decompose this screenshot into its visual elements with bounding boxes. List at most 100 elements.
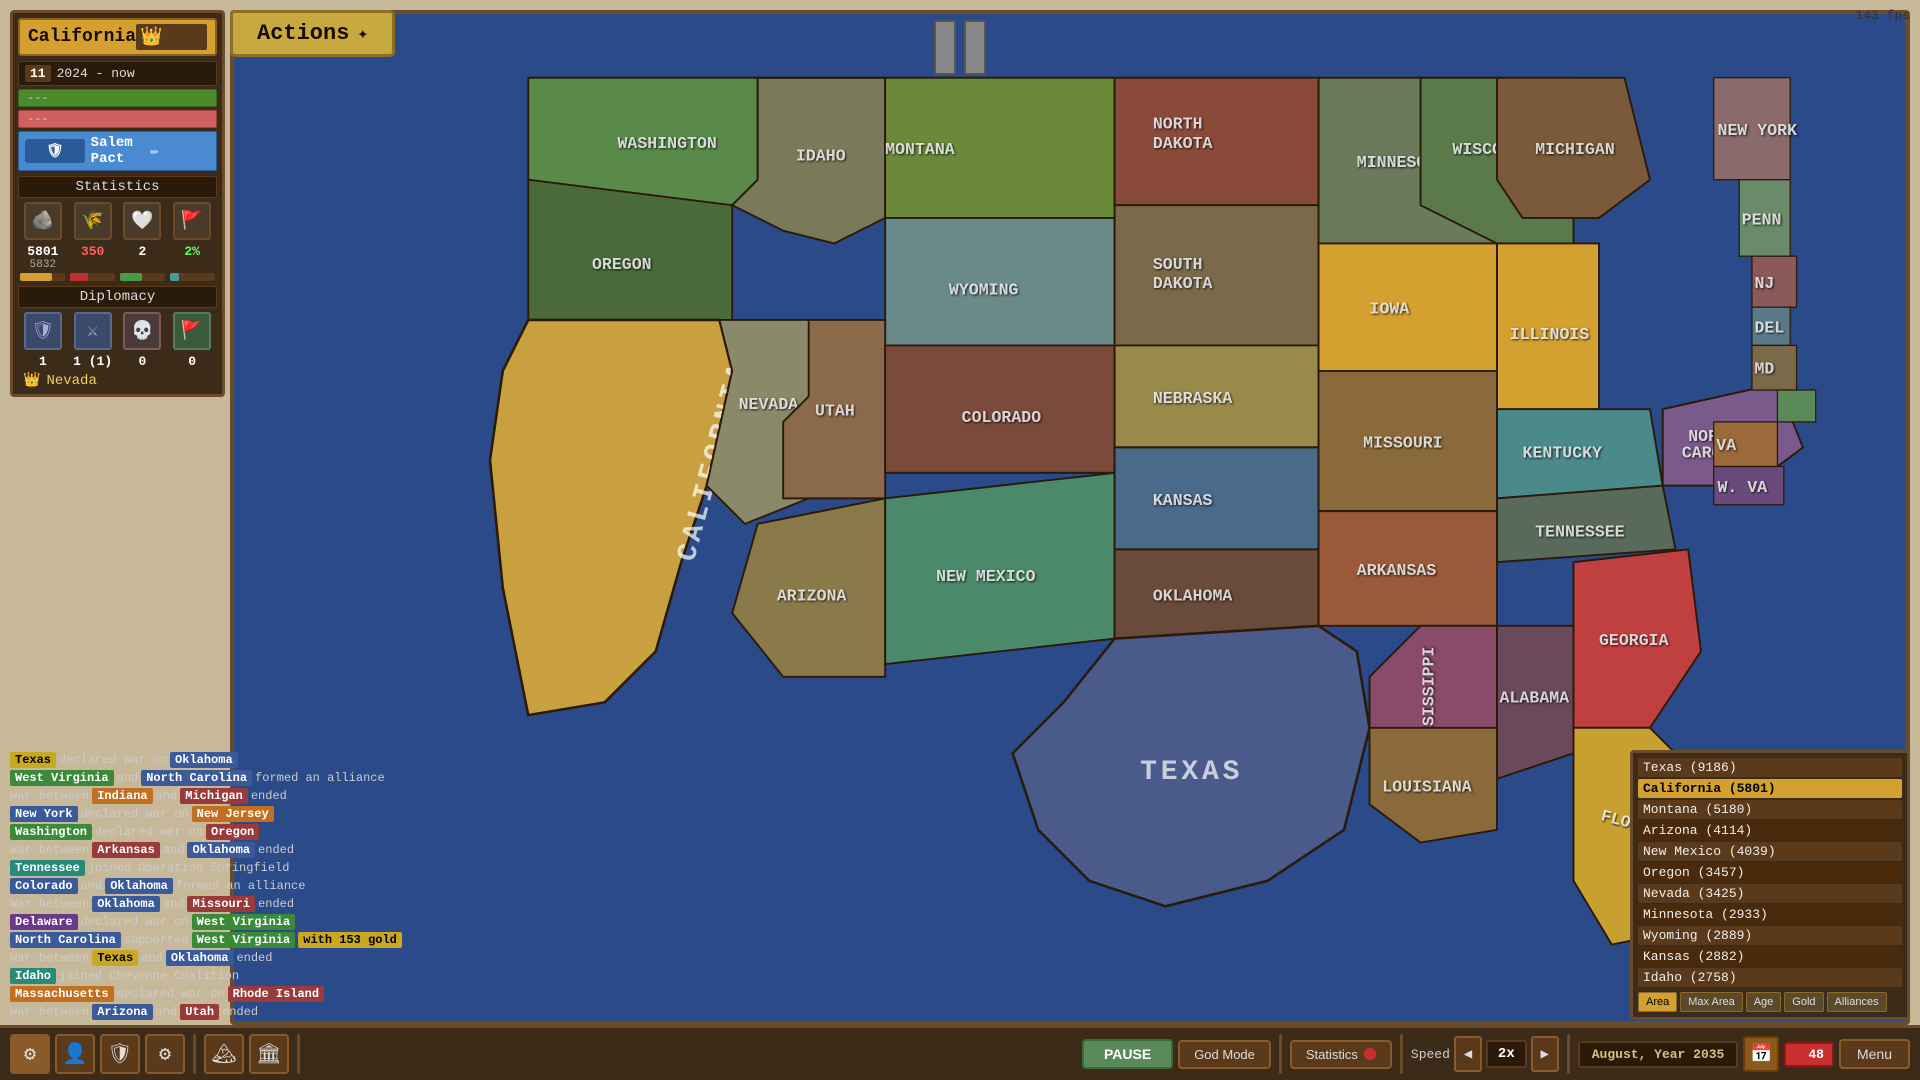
diplo-icon-flag[interactable]: 🚩 <box>173 312 211 350</box>
diplo-num-3: 0 <box>120 354 165 369</box>
enemy-label-row: 👑 Nevada <box>18 372 217 389</box>
menu-button[interactable]: Menu <box>1839 1039 1910 1069</box>
stat-val-1: 5801 <box>27 244 58 259</box>
bottom-icon-mountain[interactable]: 🏔 <box>204 1034 244 1074</box>
event-text: formed an alliance <box>176 879 306 893</box>
bottom-icon-settings[interactable]: ⚙ <box>10 1034 50 1074</box>
event-text: War between <box>10 789 89 803</box>
event-text: ended <box>251 789 287 803</box>
speed-decrease-button[interactable]: ◀ <box>1454 1036 1482 1072</box>
mini-bar-4 <box>170 273 215 281</box>
selected-state-title[interactable]: California 👑 <box>18 18 217 56</box>
mini-bar-3 <box>120 273 165 281</box>
speed-increase-button[interactable]: ▶ <box>1531 1036 1559 1072</box>
enemy-crown-icon: 👑 <box>23 372 40 389</box>
event-tag: Oklahoma <box>92 896 160 912</box>
event-tag: Texas <box>10 752 56 768</box>
event-text: declared war on <box>117 987 225 1001</box>
event-tag: Utah <box>180 1004 219 1020</box>
event-line: Washingtondeclared war onOregon <box>10 824 510 840</box>
statistics-label: Statistics <box>1306 1047 1358 1062</box>
stat-icons-row: 🪨 🌾 🤍 🚩 <box>18 202 217 240</box>
actions-button[interactable]: Actions ✦ <box>230 10 395 57</box>
event-line: Idahojoined Cheyenne Coalition <box>10 968 510 984</box>
rank-btn-area[interactable]: Area <box>1638 992 1677 1012</box>
bottom-separator-4 <box>1400 1034 1403 1074</box>
event-tag: Oklahoma <box>170 752 238 768</box>
rank-btn-max-area[interactable]: Max Area <box>1680 992 1742 1012</box>
bottom-separator-3 <box>1279 1034 1282 1074</box>
event-text: declared war on <box>81 807 189 821</box>
pause-bar-left <box>934 20 956 75</box>
rank-btn-age[interactable]: Age <box>1746 992 1782 1012</box>
svg-text:TEXAS: TEXAS <box>1140 757 1243 788</box>
population-num: 11 <box>25 65 51 82</box>
event-line: War betweenArkansasandOklahomaended <box>10 842 510 858</box>
diplomacy-section-header: Diplomacy <box>18 286 217 308</box>
event-text: and <box>81 879 103 893</box>
population-row: 11 2024 - now <box>18 61 217 86</box>
crown-icon: 👑 <box>136 24 207 50</box>
diplo-num-1: 1 <box>20 354 65 369</box>
ranking-item[interactable]: Wyoming (2889) <box>1638 926 1902 945</box>
event-line: War betweenIndianaandMichiganended <box>10 788 510 804</box>
event-text: ended <box>236 951 272 965</box>
ranking-item[interactable]: Minnesota (2933) <box>1638 905 1902 924</box>
alliance-row[interactable]: 🛡 Salem Pact ✏ <box>18 131 217 171</box>
statistics-button[interactable]: Statistics <box>1290 1040 1392 1069</box>
bottom-icon-shield[interactable]: 🛡 <box>100 1034 140 1074</box>
event-tag: Michigan <box>180 788 248 804</box>
event-tag: Oklahoma <box>166 950 234 966</box>
event-text: War between <box>10 951 89 965</box>
ranking-item[interactable]: Idaho (2758) <box>1638 968 1902 987</box>
god-mode-button[interactable]: God Mode <box>1178 1040 1271 1069</box>
event-tag: Indiana <box>92 788 152 804</box>
event-tag: Washington <box>10 824 92 840</box>
ranking-item[interactable]: Texas (9186) <box>1638 758 1902 777</box>
fps-counter: 143 fps <box>1855 8 1910 23</box>
event-tag: Oregon <box>206 824 259 840</box>
notification-badge[interactable]: 48 <box>1784 1042 1834 1067</box>
ranking-item[interactable]: California (5801) <box>1638 779 1902 798</box>
bottom-icon-person[interactable]: 👤 <box>55 1034 95 1074</box>
ranking-item[interactable]: Nevada (3425) <box>1638 884 1902 903</box>
event-text: ended <box>258 897 294 911</box>
ranking-item[interactable]: Kansas (2882) <box>1638 947 1902 966</box>
event-text: and <box>163 897 185 911</box>
actions-star-icon: ✦ <box>357 23 368 45</box>
stat-val-2: 350 <box>81 244 104 259</box>
diplo-num-2: 1 (1) <box>70 354 115 369</box>
rank-btn-gold[interactable]: Gold <box>1784 992 1823 1012</box>
year-range: 2024 - now <box>57 66 135 81</box>
ranking-item[interactable]: Oregon (3457) <box>1638 863 1902 882</box>
rank-btn-alliances[interactable]: Alliances <box>1827 992 1887 1012</box>
event-tag: Tennessee <box>10 860 85 876</box>
calendar-icon[interactable]: 📅 <box>1743 1036 1779 1072</box>
diplo-icon-shield[interactable]: 🛡 <box>24 312 62 350</box>
diplo-icon-sword[interactable]: ⚔ <box>74 312 112 350</box>
event-text: War between <box>10 897 89 911</box>
ranking-item[interactable]: Arizona (4114) <box>1638 821 1902 840</box>
pause-bar-right <box>964 20 986 75</box>
event-text: and <box>117 771 139 785</box>
edit-icon[interactable]: ✏ <box>150 143 210 160</box>
bottom-icon-gear2[interactable]: ⚙ <box>145 1034 185 1074</box>
event-tag: West Virginia <box>192 932 296 948</box>
event-line: New Yorkdeclared war onNew Jersey <box>10 806 510 822</box>
state-name: California <box>28 27 136 47</box>
pause-button[interactable]: PAUSE <box>1082 1039 1173 1069</box>
event-tag: Rhode Island <box>228 986 324 1002</box>
event-tag: Texas <box>92 950 138 966</box>
bottom-icon-building[interactable]: 🏛 <box>249 1034 289 1074</box>
event-tag: West Virginia <box>192 914 296 930</box>
diplo-val-1: 1 <box>39 354 47 369</box>
pink-stat-bar: --- <box>18 110 217 128</box>
event-line: Tennesseejoined Operation Springfield <box>10 860 510 876</box>
rankings-panel: Texas (9186) California (5801) Montana (51… <box>1630 750 1910 1020</box>
mini-bar-1 <box>20 273 65 281</box>
event-tag: Delaware <box>10 914 78 930</box>
event-tag: New York <box>10 806 78 822</box>
ranking-item[interactable]: Montana (5180) <box>1638 800 1902 819</box>
ranking-item[interactable]: New Mexico (4039) <box>1638 842 1902 861</box>
diplo-icon-skull[interactable]: 💀 <box>123 312 161 350</box>
